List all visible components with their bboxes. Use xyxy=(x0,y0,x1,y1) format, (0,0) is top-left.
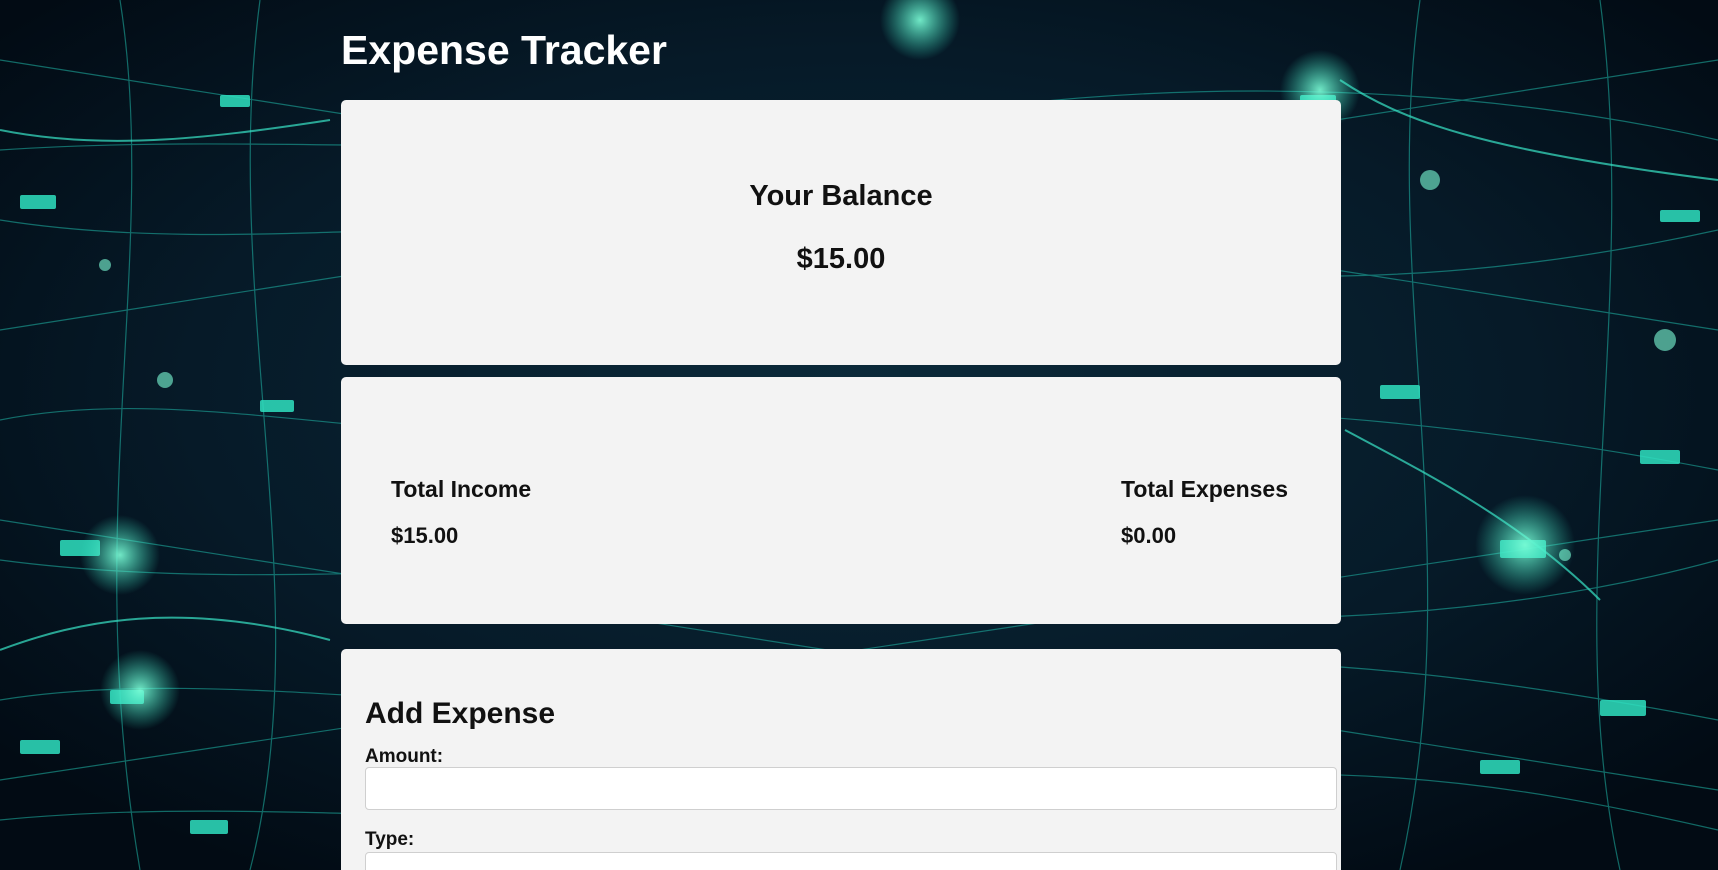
expenses-value: $0.00 xyxy=(1121,523,1177,548)
add-expense-form: Add Expense Amount: Type: xyxy=(341,649,1341,870)
amount-label: Amount: xyxy=(365,746,444,767)
income-label: Total Income xyxy=(391,476,532,502)
totals-card: Total Income $15.00 Total Expenses $0.00 xyxy=(341,377,1341,624)
type-input[interactable] xyxy=(365,852,1337,870)
balance-value: $15.00 xyxy=(796,243,886,275)
income-value: $15.00 xyxy=(391,523,459,548)
page-title: Expense Tracker xyxy=(341,27,667,73)
amount-input[interactable] xyxy=(365,767,1337,810)
type-label: Type: xyxy=(365,829,415,850)
add-expense-title: Add Expense xyxy=(365,697,556,730)
balance-heading: Your Balance xyxy=(749,180,933,212)
income-summary: Total Income $15.00 xyxy=(391,476,532,548)
balance-card: Your Balance $15.00 xyxy=(341,100,1341,365)
expenses-summary: Total Expenses $0.00 xyxy=(1121,476,1289,548)
expenses-label: Total Expenses xyxy=(1121,476,1289,502)
